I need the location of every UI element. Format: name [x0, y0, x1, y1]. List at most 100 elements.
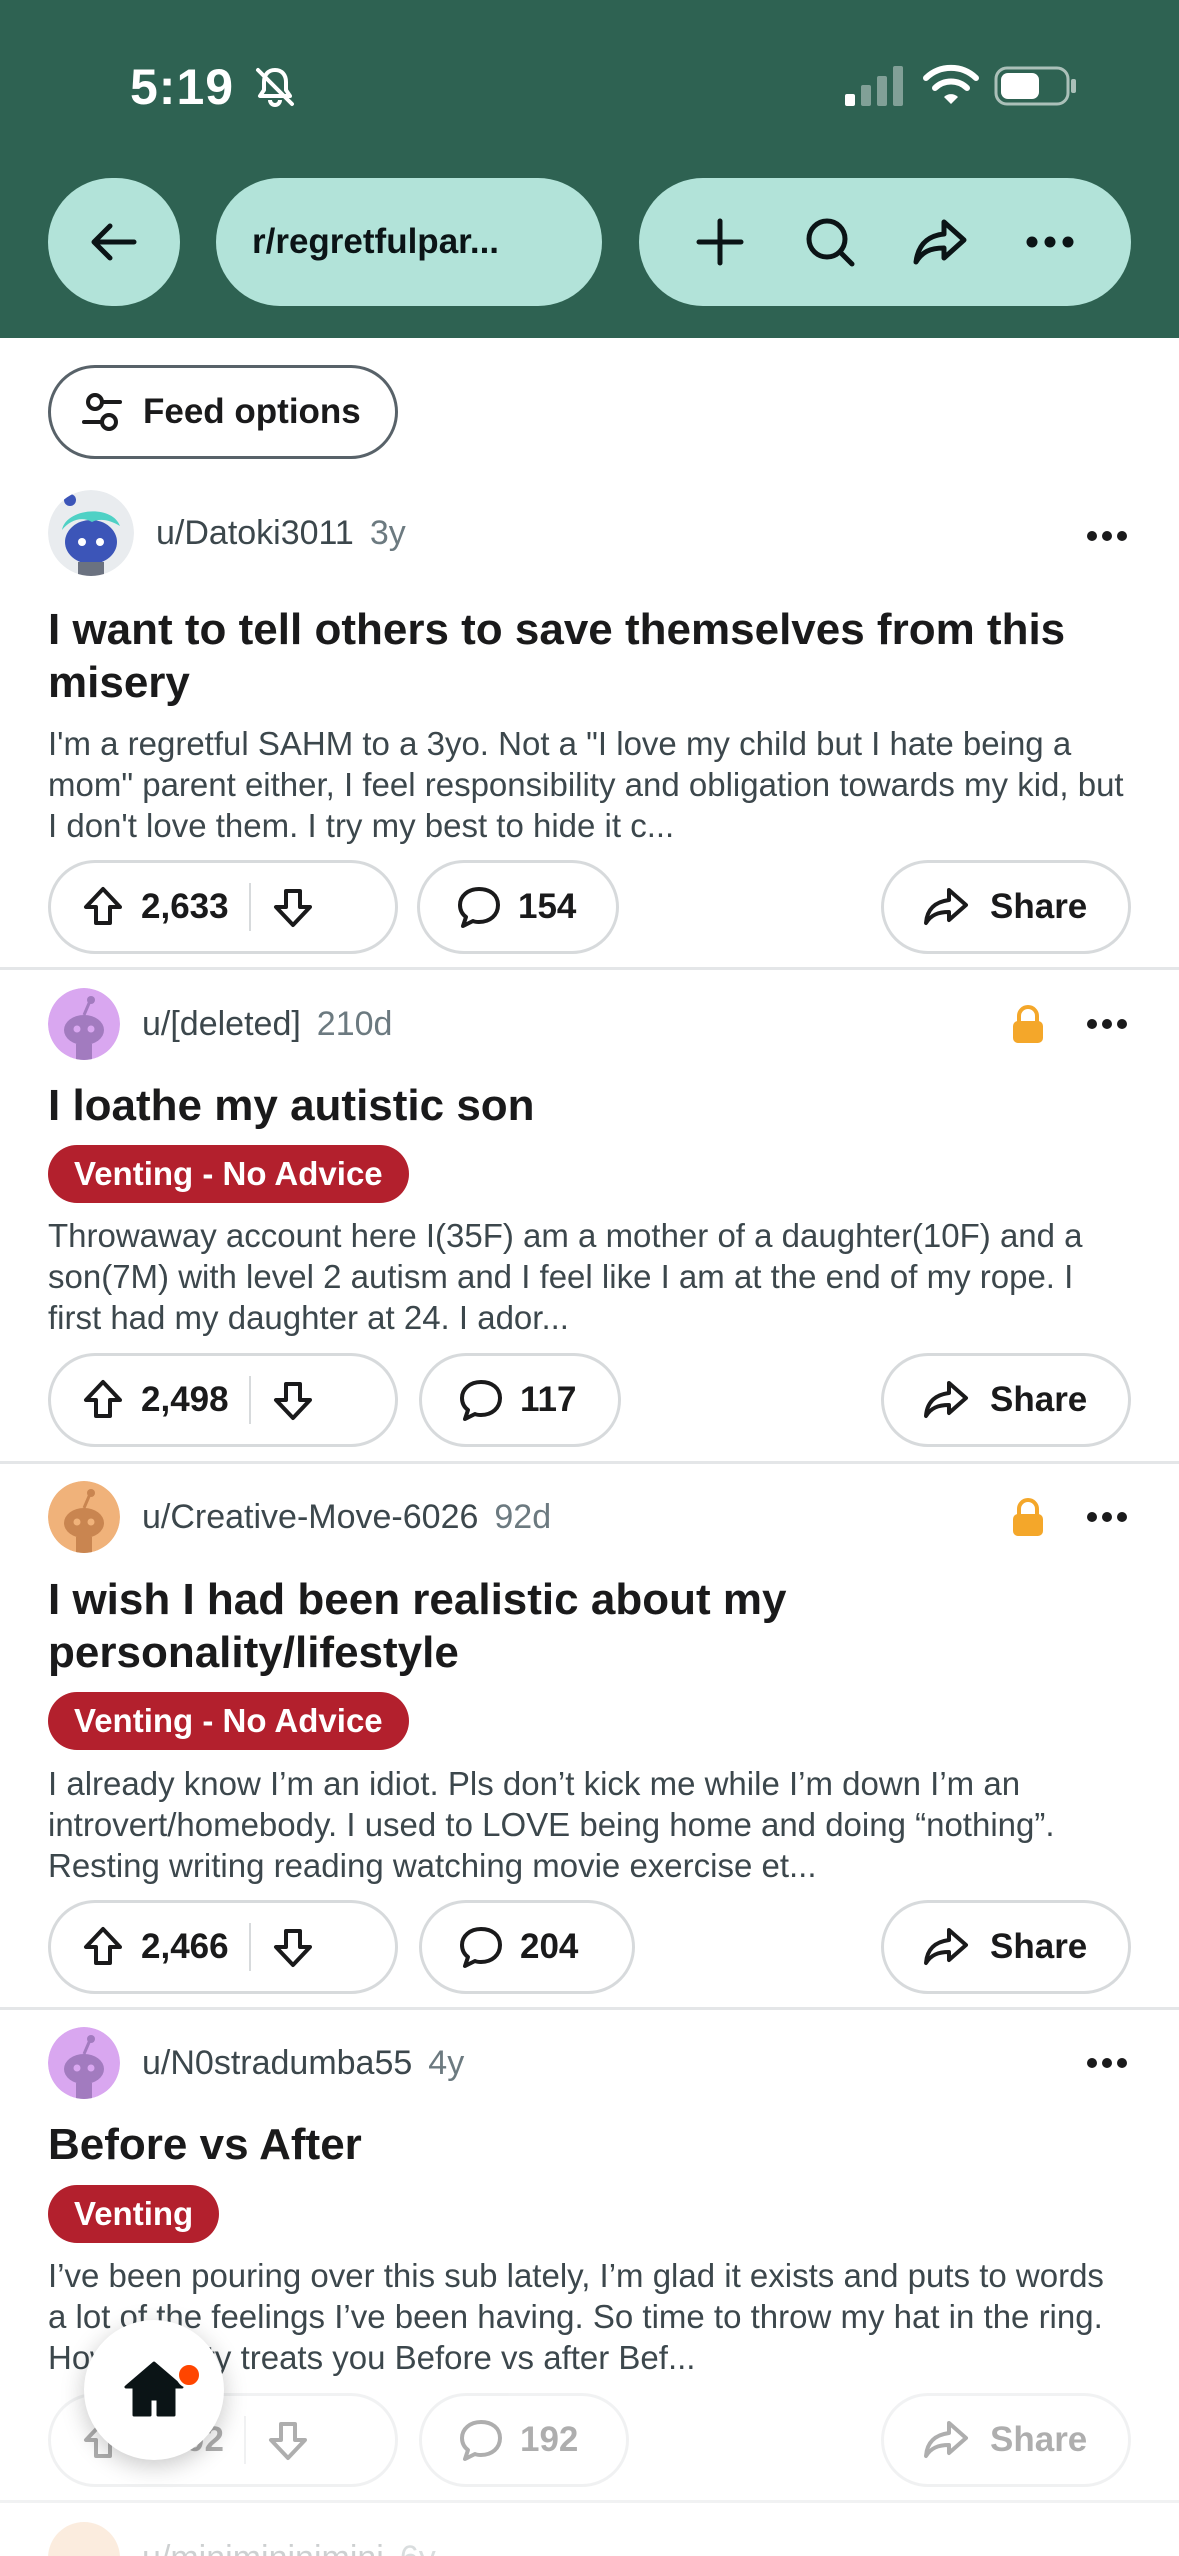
vote-divider: [248, 883, 251, 931]
post-body-preview[interactable]: I'm a regretful SAHM to a 3yo. Not a "I …: [48, 723, 1130, 846]
share-button[interactable]: Share: [881, 1900, 1131, 1994]
bell-muted-icon: [256, 68, 294, 107]
vote-group: 2,633: [48, 860, 398, 954]
share-icon: [924, 1928, 968, 1965]
post-title[interactable]: I loathe my autistic son: [48, 1079, 1133, 1132]
next-post-meta: u/minimininimini 6y: [48, 2522, 436, 2556]
post-meta: u/Datoki3011 3y: [48, 490, 406, 576]
share-button[interactable]: Share: [881, 2393, 1131, 2487]
avatar[interactable]: [48, 1481, 120, 1553]
comment-count: 204: [520, 1927, 579, 1966]
post-flair[interactable]: Venting - No Advice: [48, 1692, 409, 1750]
share-label: Share: [990, 1380, 1088, 1419]
upvote-icon[interactable]: [81, 1925, 125, 1969]
comment-count: 117: [520, 1380, 577, 1419]
comments-button[interactable]: 117: [419, 1353, 621, 1447]
post-flair[interactable]: Venting: [48, 2185, 220, 2243]
home-icon: [124, 2361, 184, 2417]
vote-count: 2,466: [141, 1927, 229, 1966]
post-title[interactable]: I want to tell others to save themselves…: [48, 603, 1133, 709]
post-username[interactable]: u/[deleted]: [142, 1005, 301, 1044]
share-icon: [924, 1381, 968, 1418]
downvote-icon[interactable]: [266, 2418, 310, 2462]
comment-icon: [460, 2420, 502, 2461]
avatar[interactable]: [48, 490, 134, 576]
post-username[interactable]: u/minimininimini: [142, 2539, 384, 2556]
share-subreddit-button[interactable]: [898, 200, 982, 284]
vote-group: 2,466: [48, 1900, 398, 1994]
comment-count: 192: [520, 2420, 579, 2459]
vote-divider: [248, 1923, 251, 1971]
home-button[interactable]: [84, 2320, 224, 2460]
comment-count: 154: [518, 887, 577, 926]
vote-divider: [248, 1376, 251, 1424]
comment-icon: [458, 887, 500, 928]
downvote-icon[interactable]: [271, 1378, 315, 1422]
lock-icon: [1013, 1005, 1043, 1043]
post-meta: u/[deleted] 210d: [48, 988, 392, 1060]
avatar[interactable]: [48, 2027, 120, 2099]
feed-options-button[interactable]: Feed options: [48, 365, 398, 459]
share-label: Share: [990, 1927, 1088, 1966]
post-username[interactable]: u/Creative-Move-6026: [142, 1498, 478, 1537]
comment-icon: [460, 1380, 502, 1421]
post-more-icon[interactable]: [1086, 1510, 1128, 1524]
post-body-text: I already know I’m an idiot. Pls don’t k…: [48, 1765, 1055, 1884]
search-icon: [806, 218, 855, 267]
post-meta: u/Creative-Move-6026 92d: [48, 1481, 551, 1553]
post-body-text: Throwaway account here I(35F) am a mothe…: [48, 1217, 1083, 1336]
cellular-signal-icon: [845, 66, 903, 106]
back-arrow-icon: [91, 223, 137, 261]
upvote-icon[interactable]: [81, 1378, 125, 1422]
comments-button[interactable]: 192: [419, 2393, 629, 2487]
back-button[interactable]: [48, 178, 180, 306]
post-age: 6y: [400, 2539, 436, 2556]
post-more-icon[interactable]: [1086, 1017, 1128, 1031]
post-body-text: I'm a regretful SAHM to a 3yo. Not a "I …: [48, 725, 1124, 844]
comments-button[interactable]: 154: [417, 860, 619, 954]
post-age: 3y: [369, 513, 406, 552]
downvote-icon[interactable]: [271, 885, 315, 929]
post-body-preview[interactable]: I already know I’m an idiot. Pls don’t k…: [48, 1763, 1130, 1886]
post-title[interactable]: Before vs After: [48, 2118, 1133, 2171]
post-more-icon[interactable]: [1086, 2056, 1128, 2070]
post-divider: [0, 1461, 1179, 1464]
share-button[interactable]: Share: [881, 1353, 1131, 1447]
post-title[interactable]: I wish I had been realistic about my per…: [48, 1573, 1133, 1679]
downvote-icon[interactable]: [271, 1925, 315, 1969]
lock-icon: [1013, 1498, 1043, 1536]
post-more-icon[interactable]: [1086, 529, 1128, 543]
post-meta: u/N0stradumba55 4y: [48, 2027, 464, 2099]
avatar[interactable]: [48, 988, 120, 1060]
share-icon: [913, 219, 967, 265]
create-post-button[interactable]: [678, 200, 762, 284]
plus-icon: [696, 218, 744, 266]
more-options-button[interactable]: [1008, 200, 1092, 284]
upvote-icon[interactable]: [81, 885, 125, 929]
share-label: Share: [990, 2420, 1088, 2459]
comments-button[interactable]: 204: [419, 1900, 635, 1994]
avatar[interactable]: [48, 2522, 120, 2556]
post-divider: [0, 967, 1179, 970]
status-time: 5:19: [130, 59, 235, 115]
feed-options-label: Feed options: [143, 392, 361, 431]
post-username[interactable]: u/N0stradumba55: [142, 2044, 412, 2083]
share-icon: [924, 888, 968, 925]
post-divider: [0, 2500, 1179, 2503]
comment-icon: [460, 1927, 502, 1968]
subreddit-name-button[interactable]: r/regretfulpar...: [216, 178, 602, 306]
top-app-bar: 5:19 r/regretfulpar...: [0, 0, 1179, 338]
post-age: 4y: [428, 2043, 465, 2082]
post-flair[interactable]: Venting - No Advice: [48, 1145, 409, 1203]
battery-icon: [994, 66, 1076, 106]
share-button[interactable]: Share: [881, 860, 1131, 954]
more-icon: [1026, 236, 1074, 248]
post-body-preview[interactable]: Throwaway account here I(35F) am a mothe…: [48, 1215, 1130, 1338]
vote-group: 2,498: [48, 1353, 398, 1447]
post-divider: [0, 2007, 1179, 2010]
vote-count: 2,498: [141, 1380, 229, 1419]
post-username[interactable]: u/Datoki3011: [156, 514, 354, 553]
search-button[interactable]: [788, 200, 872, 284]
share-icon: [924, 2421, 968, 2458]
vote-count: 2,633: [141, 887, 229, 926]
